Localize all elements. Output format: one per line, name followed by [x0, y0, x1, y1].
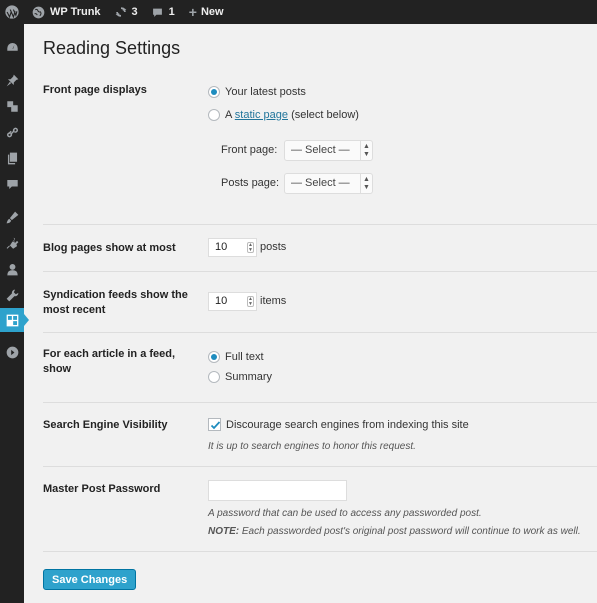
comment-bubble-icon	[152, 8, 162, 17]
users-icon	[6, 263, 18, 275]
front-page-displays-label: Front page displays	[43, 84, 147, 96]
items-unit-label: items	[260, 295, 287, 307]
posts-page-select-value: — Select —	[291, 177, 350, 189]
radio-summary[interactable]	[208, 371, 220, 383]
admin-bar: WP Trunk 3 1 + New	[0, 0, 597, 24]
new-content-menu[interactable]: + New	[182, 0, 231, 24]
posts-page-select[interactable]: — Select — ▲ ▼	[284, 173, 373, 194]
plus-icon: +	[188, 4, 197, 20]
divider	[43, 224, 597, 225]
blog-pages-label: Blog pages show at most	[43, 242, 176, 254]
admin-sidebar	[0, 24, 29, 603]
discourage-search-checkbox[interactable]	[208, 418, 221, 431]
stepper-arrows-icon[interactable]: ▲ ▼	[247, 242, 254, 253]
front-page-select-label: Front page:	[221, 144, 278, 156]
sidebar-item-pages[interactable]	[0, 146, 24, 170]
posts-per-page-input[interactable]: 10 ▲ ▼	[208, 238, 257, 257]
posts-page-select-label: Posts page:	[221, 177, 280, 189]
note-text: Each passworded post's original post pas…	[241, 526, 581, 537]
stepper-arrows-icon[interactable]: ▲ ▼	[247, 296, 254, 307]
syndication-label-line1: Syndication feeds show the	[43, 289, 188, 301]
updates-count: 3	[131, 6, 138, 18]
feed-article-label-line2: show	[43, 363, 72, 375]
sidebar-item-tools[interactable]	[0, 283, 24, 307]
divider	[43, 466, 597, 467]
syndication-label-line2: most recent	[43, 304, 106, 316]
save-changes-button[interactable]: Save Changes	[43, 569, 137, 590]
sidebar-item-links[interactable]	[0, 120, 24, 144]
media-icon	[6, 100, 18, 112]
syndication-feeds-label: Syndication feeds show the most recent	[43, 288, 188, 318]
updates-menu[interactable]: 3	[108, 0, 145, 24]
divider	[43, 271, 597, 272]
tools-icon	[6, 289, 18, 301]
front-page-select[interactable]: — Select — ▲ ▼	[284, 140, 373, 161]
sidebar-item-posts[interactable]	[0, 68, 24, 92]
static-page-prefix: A	[225, 109, 232, 121]
radio-latest-posts[interactable]	[208, 86, 220, 98]
sidebar-item-settings[interactable]	[0, 308, 24, 332]
radio-full-text[interactable]	[208, 351, 220, 363]
pages-icon	[7, 152, 17, 164]
master-password-input[interactable]	[208, 480, 347, 501]
site-name-label: WP Trunk	[50, 6, 101, 18]
page-title: Reading Settings	[43, 38, 181, 58]
main-content: Reading Settings Front page displays You…	[24, 24, 597, 603]
full-text-label[interactable]: Full text	[225, 350, 264, 364]
new-label: New	[200, 6, 224, 18]
divider	[43, 551, 597, 552]
comments-menu[interactable]: 1	[145, 0, 182, 24]
updates-icon	[115, 7, 126, 17]
note-prefix: NOTE:	[208, 526, 240, 537]
links-icon	[6, 127, 18, 137]
posts-unit-label: posts	[260, 241, 287, 253]
select-arrows-icon: ▲ ▼	[360, 174, 372, 193]
master-password-note: NOTE: Each passworded post's original po…	[208, 526, 581, 537]
select-arrows-icon: ▲ ▼	[360, 141, 372, 160]
feed-article-label-line1: For each article in a feed,	[43, 348, 176, 360]
feed-items-value: 10	[215, 295, 228, 307]
discourage-search-label[interactable]: Discourage search engines from indexing …	[226, 418, 469, 432]
settings-icon	[6, 314, 18, 326]
sidebar-item-users[interactable]	[0, 257, 24, 281]
wordpress-logo-icon	[5, 5, 19, 19]
wordpress-logo-menu[interactable]	[0, 0, 25, 24]
master-password-description: A password that can be used to access an…	[208, 508, 482, 519]
plugins-icon	[6, 237, 18, 249]
sidebar-item-dashboard[interactable]	[0, 35, 24, 59]
static-page-suffix: (select below)	[291, 109, 359, 121]
sidebar-item-comments[interactable]	[0, 172, 24, 196]
search-visibility-description: It is up to search engines to honor this…	[208, 441, 416, 452]
comments-count: 1	[168, 6, 175, 18]
front-page-select-value: — Select —	[291, 144, 350, 156]
dashboard-icon	[6, 42, 18, 51]
divider	[43, 332, 597, 333]
comments-icon	[6, 179, 18, 189]
posts-per-page-value: 10	[215, 241, 228, 253]
static-page-link[interactable]: static page	[235, 109, 288, 121]
sidebar-item-media[interactable]	[0, 94, 24, 118]
sidebar-collapse-menu[interactable]	[0, 340, 24, 364]
pin-icon	[6, 74, 18, 86]
summary-label[interactable]: Summary	[225, 370, 272, 384]
home-globe-icon	[32, 6, 45, 18]
divider	[43, 402, 597, 403]
site-name-menu[interactable]: WP Trunk	[25, 0, 108, 24]
collapse-icon	[6, 346, 18, 358]
master-password-label: Master Post Password	[43, 483, 161, 495]
feed-article-label: For each article in a feed, show	[43, 347, 175, 377]
sidebar-item-plugins[interactable]	[0, 231, 24, 255]
static-page-option[interactable]: A static page (select below)	[225, 108, 359, 122]
search-visibility-label: Search Engine Visibility	[43, 419, 168, 431]
checkmark-icon	[210, 421, 221, 430]
sidebar-item-appearance[interactable]	[0, 205, 24, 229]
feed-items-input[interactable]: 10 ▲ ▼	[208, 292, 257, 311]
appearance-icon	[6, 211, 18, 223]
radio-static-page[interactable]	[208, 109, 220, 121]
latest-posts-label[interactable]: Your latest posts	[225, 85, 306, 99]
